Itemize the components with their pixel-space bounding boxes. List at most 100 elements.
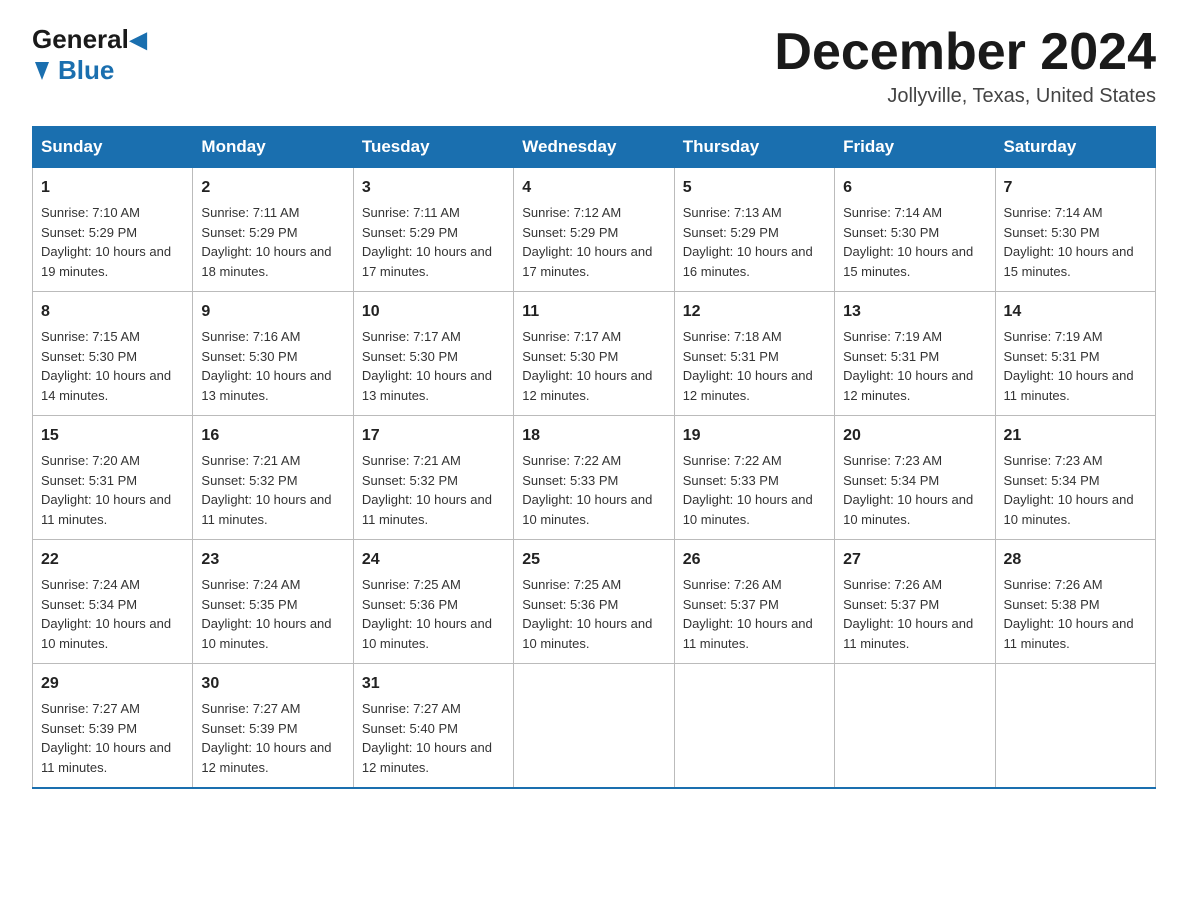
day-info: Sunrise: 7:21 AMSunset: 5:32 PMDaylight:… bbox=[362, 453, 492, 527]
calendar-week-5: 29 Sunrise: 7:27 AMSunset: 5:39 PMDayligh… bbox=[33, 664, 1156, 789]
day-number: 14 bbox=[1004, 300, 1147, 324]
day-number: 13 bbox=[843, 300, 986, 324]
day-number: 4 bbox=[522, 176, 665, 200]
calendar-cell: 17 Sunrise: 7:21 AMSunset: 5:32 PMDayligh… bbox=[353, 416, 513, 540]
day-info: Sunrise: 7:26 AMSunset: 5:37 PMDaylight:… bbox=[683, 577, 813, 651]
day-info: Sunrise: 7:22 AMSunset: 5:33 PMDaylight:… bbox=[522, 453, 652, 527]
calendar-cell: 21 Sunrise: 7:23 AMSunset: 5:34 PMDayligh… bbox=[995, 416, 1155, 540]
calendar-cell: 15Sunrise: 7:20 AMSunset: 5:31 PMDayligh… bbox=[33, 416, 193, 540]
calendar-cell: 3 Sunrise: 7:11 AMSunset: 5:29 PMDaylight… bbox=[353, 168, 513, 292]
calendar-cell: 23Sunrise: 7:24 AMSunset: 5:35 PMDayligh… bbox=[193, 540, 353, 664]
day-number: 9 bbox=[201, 300, 344, 324]
day-number: 21 bbox=[1004, 424, 1147, 448]
day-info: Sunrise: 7:23 AMSunset: 5:34 PMDaylight:… bbox=[843, 453, 973, 527]
calendar-cell: 28 Sunrise: 7:26 AMSunset: 5:38 PMDayligh… bbox=[995, 540, 1155, 664]
calendar-cell: 11Sunrise: 7:17 AMSunset: 5:30 PMDayligh… bbox=[514, 292, 674, 416]
day-info: Sunrise: 7:12 AMSunset: 5:29 PMDaylight:… bbox=[522, 205, 652, 279]
calendar-cell: 12 Sunrise: 7:18 AMSunset: 5:31 PMDayligh… bbox=[674, 292, 834, 416]
calendar-cell: 9 Sunrise: 7:16 AMSunset: 5:30 PMDaylight… bbox=[193, 292, 353, 416]
day-info: Sunrise: 7:26 AMSunset: 5:38 PMDaylight:… bbox=[1004, 577, 1134, 651]
day-info: Sunrise: 7:25 AMSunset: 5:36 PMDaylight:… bbox=[362, 577, 492, 651]
day-number: 11 bbox=[522, 300, 665, 324]
header-thursday: Thursday bbox=[674, 127, 834, 168]
calendar-cell: 20 Sunrise: 7:23 AMSunset: 5:34 PMDayligh… bbox=[835, 416, 995, 540]
day-number: 30 bbox=[201, 672, 344, 696]
day-number: 24 bbox=[362, 548, 505, 572]
day-info: Sunrise: 7:27 AMSunset: 5:39 PMDaylight:… bbox=[41, 701, 171, 775]
day-number: 2 bbox=[201, 176, 344, 200]
day-number: 3 bbox=[362, 176, 505, 200]
day-info: Sunrise: 7:25 AMSunset: 5:36 PMDaylight:… bbox=[522, 577, 652, 651]
header-friday: Friday bbox=[835, 127, 995, 168]
calendar-cell: 18 Sunrise: 7:22 AMSunset: 5:33 PMDayligh… bbox=[514, 416, 674, 540]
calendar-subtitle: Jollyville, Texas, United States bbox=[774, 85, 1156, 108]
header-wednesday: Wednesday bbox=[514, 127, 674, 168]
calendar-cell: 4 Sunrise: 7:12 AMSunset: 5:29 PMDaylight… bbox=[514, 168, 674, 292]
day-number: 1 bbox=[41, 176, 184, 200]
calendar-week-3: 15Sunrise: 7:20 AMSunset: 5:31 PMDayligh… bbox=[33, 416, 1156, 540]
calendar-week-4: 22Sunrise: 7:24 AMSunset: 5:34 PMDayligh… bbox=[33, 540, 1156, 664]
day-number: 17 bbox=[362, 424, 505, 448]
day-info: Sunrise: 7:20 AMSunset: 5:31 PMDaylight:… bbox=[41, 453, 171, 527]
day-number: 19 bbox=[683, 424, 826, 448]
day-number: 20 bbox=[843, 424, 986, 448]
calendar-cell: 22Sunrise: 7:24 AMSunset: 5:34 PMDayligh… bbox=[33, 540, 193, 664]
calendar-cell: 24 Sunrise: 7:25 AMSunset: 5:36 PMDayligh… bbox=[353, 540, 513, 664]
calendar-week-2: 8 Sunrise: 7:15 AMSunset: 5:30 PMDaylight… bbox=[33, 292, 1156, 416]
calendar-table: Sunday Monday Tuesday Wednesday Thursday… bbox=[32, 126, 1156, 789]
day-info: Sunrise: 7:27 AMSunset: 5:40 PMDaylight:… bbox=[362, 701, 492, 775]
day-number: 27 bbox=[843, 548, 986, 572]
calendar-cell bbox=[514, 664, 674, 789]
logo: General ◀ Blue bbox=[32, 24, 147, 86]
calendar-cell: 16Sunrise: 7:21 AMSunset: 5:32 PMDayligh… bbox=[193, 416, 353, 540]
calendar-cell: 13Sunrise: 7:19 AMSunset: 5:31 PMDayligh… bbox=[835, 292, 995, 416]
calendar-body: 1 Sunrise: 7:10 AMSunset: 5:29 PMDaylight… bbox=[33, 168, 1156, 789]
day-info: Sunrise: 7:24 AMSunset: 5:35 PMDaylight:… bbox=[201, 577, 331, 651]
logo-general-text: General bbox=[32, 24, 129, 55]
day-info: Sunrise: 7:10 AMSunset: 5:29 PMDaylight:… bbox=[41, 205, 171, 279]
calendar-cell: 31Sunrise: 7:27 AMSunset: 5:40 PMDayligh… bbox=[353, 664, 513, 789]
calendar-title: December 2024 bbox=[774, 24, 1156, 81]
header-tuesday: Tuesday bbox=[353, 127, 513, 168]
calendar-cell: 2Sunrise: 7:11 AMSunset: 5:29 PMDaylight… bbox=[193, 168, 353, 292]
day-number: 7 bbox=[1004, 176, 1147, 200]
title-area: December 2024 Jollyville, Texas, United … bbox=[774, 24, 1156, 108]
day-number: 26 bbox=[683, 548, 826, 572]
day-info: Sunrise: 7:26 AMSunset: 5:37 PMDaylight:… bbox=[843, 577, 973, 651]
day-number: 6 bbox=[843, 176, 986, 200]
calendar-cell: 14 Sunrise: 7:19 AMSunset: 5:31 PMDayligh… bbox=[995, 292, 1155, 416]
calendar-cell: 10 Sunrise: 7:17 AMSunset: 5:30 PMDayligh… bbox=[353, 292, 513, 416]
day-info: Sunrise: 7:23 AMSunset: 5:34 PMDaylight:… bbox=[1004, 453, 1134, 527]
calendar-cell: 30 Sunrise: 7:27 AMSunset: 5:39 PMDayligh… bbox=[193, 664, 353, 789]
logo-arrow-icon: ◀ bbox=[130, 27, 147, 53]
calendar-cell bbox=[995, 664, 1155, 789]
calendar-cell: 1 Sunrise: 7:10 AMSunset: 5:29 PMDaylight… bbox=[33, 168, 193, 292]
calendar-cell: 26 Sunrise: 7:26 AMSunset: 5:37 PMDayligh… bbox=[674, 540, 834, 664]
calendar-cell: 5 Sunrise: 7:13 AMSunset: 5:29 PMDaylight… bbox=[674, 168, 834, 292]
day-number: 28 bbox=[1004, 548, 1147, 572]
day-info: Sunrise: 7:13 AMSunset: 5:29 PMDaylight:… bbox=[683, 205, 813, 279]
day-info: Sunrise: 7:19 AMSunset: 5:31 PMDaylight:… bbox=[1004, 329, 1134, 403]
calendar-cell: 7 Sunrise: 7:14 AMSunset: 5:30 PMDaylight… bbox=[995, 168, 1155, 292]
day-info: Sunrise: 7:17 AMSunset: 5:30 PMDaylight:… bbox=[362, 329, 492, 403]
day-info: Sunrise: 7:18 AMSunset: 5:31 PMDaylight:… bbox=[683, 329, 813, 403]
day-number: 29 bbox=[41, 672, 184, 696]
day-number: 8 bbox=[41, 300, 184, 324]
logo-blue-text: Blue bbox=[58, 55, 114, 86]
day-info: Sunrise: 7:14 AMSunset: 5:30 PMDaylight:… bbox=[1004, 205, 1134, 279]
day-info: Sunrise: 7:21 AMSunset: 5:32 PMDaylight:… bbox=[201, 453, 331, 527]
day-number: 12 bbox=[683, 300, 826, 324]
day-info: Sunrise: 7:27 AMSunset: 5:39 PMDaylight:… bbox=[201, 701, 331, 775]
day-number: 5 bbox=[683, 176, 826, 200]
day-info: Sunrise: 7:16 AMSunset: 5:30 PMDaylight:… bbox=[201, 329, 331, 403]
calendar-header: Sunday Monday Tuesday Wednesday Thursday… bbox=[33, 127, 1156, 168]
day-info: Sunrise: 7:11 AMSunset: 5:29 PMDaylight:… bbox=[362, 205, 492, 279]
day-number: 18 bbox=[522, 424, 665, 448]
day-number: 25 bbox=[522, 548, 665, 572]
calendar-week-1: 1 Sunrise: 7:10 AMSunset: 5:29 PMDaylight… bbox=[33, 168, 1156, 292]
page-header: General ◀ Blue December 2024 Jollyville,… bbox=[32, 24, 1156, 108]
day-number: 10 bbox=[362, 300, 505, 324]
day-info: Sunrise: 7:24 AMSunset: 5:34 PMDaylight:… bbox=[41, 577, 171, 651]
day-info: Sunrise: 7:15 AMSunset: 5:30 PMDaylight:… bbox=[41, 329, 171, 403]
header-sunday: Sunday bbox=[33, 127, 193, 168]
